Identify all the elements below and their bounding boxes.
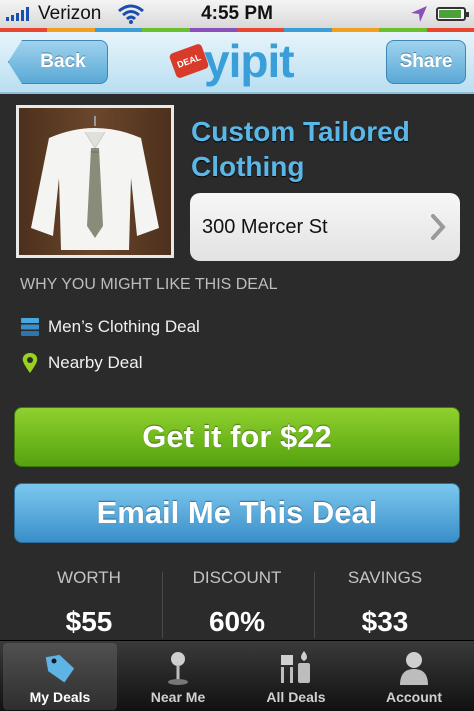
reason-label: Men’s Clothing Deal xyxy=(48,317,200,336)
status-time: 4:55 PM xyxy=(201,3,273,24)
why-heading: WHY YOU MIGHT LIKE THIS DEAL xyxy=(20,276,278,293)
stat-value: $55 xyxy=(65,606,113,637)
share-button[interactable]: Share xyxy=(386,40,466,84)
chevron-right-icon xyxy=(431,214,446,240)
stat-discount: DISCOUNT 60% xyxy=(162,568,312,638)
yipit-logo: DEAL yipit xyxy=(168,35,308,90)
tab-label: All Deals xyxy=(266,689,326,705)
stat-savings: SAVINGS $33 xyxy=(310,568,460,638)
tab-label: Near Me xyxy=(150,689,206,705)
address-text: 300 Mercer St xyxy=(202,215,328,238)
tab-label: Account xyxy=(386,689,442,705)
reason-label: Nearby Deal xyxy=(48,353,143,372)
pin-icon xyxy=(168,652,188,685)
reason-nearby: Nearby Deal xyxy=(20,352,143,374)
nav-header: Back DEAL yipit Share xyxy=(0,32,474,94)
tab-near-me[interactable]: Near Me xyxy=(121,643,235,710)
tab-all-deals[interactable]: All Deals xyxy=(239,643,353,710)
stack-icon xyxy=(21,318,39,336)
back-button[interactable]: Back xyxy=(8,40,108,84)
tab-label: My Deals xyxy=(29,689,91,705)
stat-label: DISCOUNT xyxy=(192,568,282,587)
stat-value: 60% xyxy=(208,606,266,637)
tab-bar: My Deals Near Me All Deals Account xyxy=(0,640,474,711)
buy-button[interactable]: Get it for $22 xyxy=(14,407,460,467)
deal-photo xyxy=(16,105,174,258)
map-pin-icon xyxy=(22,353,38,373)
tag-icon xyxy=(45,654,75,683)
email-deal-button[interactable]: Email Me This Deal xyxy=(14,483,460,543)
stat-value: $33 xyxy=(361,606,409,637)
location-arrow-icon xyxy=(411,6,427,22)
battery-icon xyxy=(436,7,469,21)
status-bar: Verizon 4:55 PM xyxy=(0,0,474,28)
address-button[interactable]: 300 Mercer St xyxy=(190,193,460,261)
reason-mens-clothing: Men’s Clothing Deal xyxy=(20,316,200,338)
stat-label: WORTH xyxy=(57,568,121,587)
tab-account[interactable]: Account xyxy=(357,643,471,710)
deals-icon xyxy=(281,651,310,683)
deal-title: Custom Tailored Clothing xyxy=(191,116,410,182)
battery-level xyxy=(439,10,462,18)
stat-worth: WORTH $55 xyxy=(14,568,164,638)
person-icon xyxy=(400,652,428,685)
stat-label: SAVINGS xyxy=(347,568,423,587)
logo-wordmark: yipit xyxy=(204,35,295,87)
tab-my-deals[interactable]: My Deals xyxy=(3,643,117,710)
